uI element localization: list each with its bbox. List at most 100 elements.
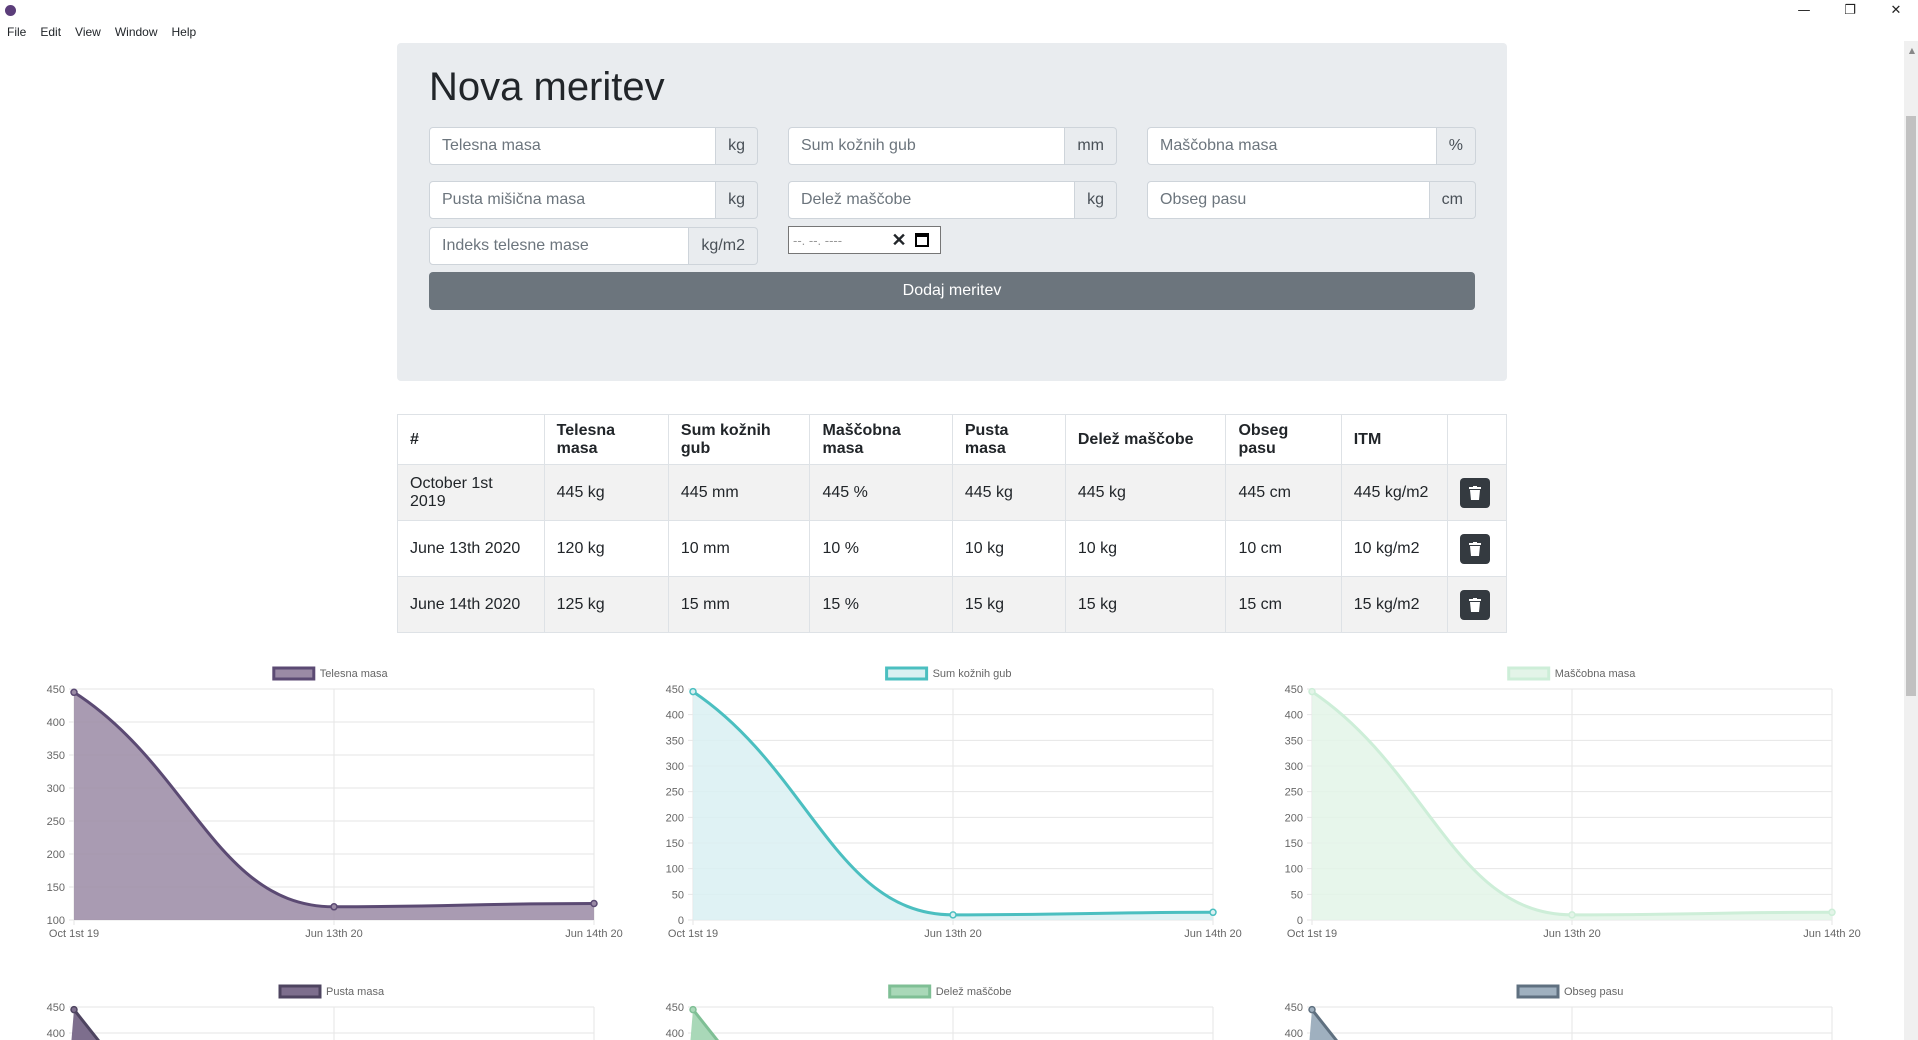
close-button[interactable]: ✕: [1873, 0, 1918, 21]
calendar-icon[interactable]: [915, 233, 929, 247]
legend-swatch: [1516, 984, 1560, 999]
y-tick-label: 400: [666, 710, 684, 722]
col-header: Pusta masa: [951, 414, 1066, 465]
y-tick-label: 450: [1285, 1002, 1303, 1014]
scrollbar-thumb[interactable]: [1906, 116, 1916, 696]
y-tick-label: 150: [666, 838, 684, 850]
cell: 10 mm: [667, 520, 811, 577]
col-header: Sum kožnih gub: [667, 414, 811, 465]
waist-input[interactable]: Obseg pasu: [1147, 181, 1430, 219]
lean-mass-input[interactable]: Pusta mišična masa: [429, 181, 717, 219]
delete-button[interactable]: [1460, 533, 1491, 564]
unit-label: cm: [1429, 181, 1476, 219]
data-point: [1209, 908, 1217, 917]
y-tick-label: 300: [47, 783, 65, 795]
legend-label: Obseg pasu: [1564, 986, 1623, 998]
data-point: [689, 687, 697, 696]
legend-swatch: [888, 984, 932, 999]
y-tick-label: 150: [47, 882, 65, 894]
add-measurement-button[interactable]: Dodaj meritev: [429, 272, 1475, 310]
y-tick-label: 450: [47, 1002, 65, 1014]
y-tick-label: 250: [666, 787, 684, 799]
body-mass-group: Telesna masa kg: [429, 127, 758, 165]
data-point: [330, 903, 338, 911]
cell: 10 kg/m2: [1340, 520, 1449, 577]
delete-button[interactable]: [1460, 477, 1491, 508]
y-tick-label: 100: [1285, 864, 1303, 876]
y-tick-label: 250: [47, 816, 65, 828]
menu-view[interactable]: View: [68, 21, 108, 41]
y-tick-label: 0: [1297, 915, 1303, 927]
col-header: Telesna masa: [543, 414, 669, 465]
y-tick-label: 450: [47, 684, 65, 696]
y-tick-label: 450: [1285, 684, 1303, 696]
legend-swatch: [272, 666, 316, 681]
fat-mass-input[interactable]: Maščobna masa: [1147, 127, 1437, 165]
data-point: [689, 1005, 697, 1014]
cell: 15 kg/m2: [1340, 576, 1449, 633]
y-tick-label: 100: [666, 864, 684, 876]
new-measurement-form: Nova meritev Telesna masa kg Sum kožnih …: [397, 43, 1507, 381]
clear-icon[interactable]: ✕: [889, 230, 909, 251]
unit-label: kg: [716, 127, 758, 165]
trash-icon: [1469, 485, 1482, 500]
cell: 445 kg: [543, 464, 669, 521]
data-point: [1828, 908, 1836, 917]
cell: 10 kg: [1064, 520, 1227, 577]
x-tick-label: Jun 14th 20: [1184, 928, 1242, 940]
data-point: [70, 1005, 78, 1014]
chart-waist: Obseg pasu 400 450: [1285, 984, 1833, 1040]
cell-actions: [1447, 576, 1507, 633]
cell: 445 kg/m2: [1340, 464, 1449, 521]
skinfold-sum-input[interactable]: Sum kožnih gub: [788, 127, 1066, 165]
form-title: Nova meritev: [429, 65, 665, 109]
cell: 15 kg: [951, 576, 1066, 633]
data-point: [1568, 911, 1576, 919]
y-tick-label: 100: [47, 915, 65, 927]
x-tick-label: Oct 1st 19: [1287, 928, 1337, 940]
chart-body-mass: Telesna masa 100 150 200 250 300 350 400 450 Oct …: [47, 666, 623, 940]
y-tick-label: 150: [1285, 838, 1303, 850]
y-tick-label: 0: [678, 915, 684, 927]
x-tick-label: Oct 1st 19: [49, 928, 99, 940]
minimize-button[interactable]: —: [1781, 0, 1827, 21]
x-tick-label: Jun 13th 20: [305, 928, 363, 940]
menu-edit[interactable]: Edit: [33, 21, 68, 41]
legend-label: Telesna masa: [320, 668, 389, 680]
y-tick-label: 200: [666, 812, 684, 824]
fat-share-input[interactable]: Delež maščobe: [788, 181, 1076, 219]
data-point: [590, 899, 598, 908]
chart-fat-share: Delež maščobe 400 450: [666, 984, 1214, 1040]
menu-window[interactable]: Window: [108, 21, 165, 41]
body-mass-input[interactable]: Telesna masa: [429, 127, 717, 165]
trash-icon: [1469, 597, 1482, 612]
trash-icon: [1469, 541, 1482, 556]
date-input[interactable]: --. --. ---- ✕: [788, 226, 941, 254]
x-tick-label: Jun 13th 20: [924, 928, 982, 940]
y-tick-label: 250: [1285, 787, 1303, 799]
cell: 10 %: [809, 520, 953, 577]
cell-date: October 1st 2019: [397, 464, 545, 521]
data-point: [1308, 1005, 1316, 1014]
y-tick-label: 350: [666, 735, 684, 747]
menu-file[interactable]: File: [0, 21, 33, 41]
cell: 445 mm: [667, 464, 811, 521]
delete-button[interactable]: [1460, 589, 1491, 620]
col-header: [1447, 414, 1507, 465]
legend-label: Sum kožnih gub: [933, 668, 1012, 680]
legend-swatch: [885, 666, 929, 681]
chart-skinfold-sum: Sum kožnih gub 0 50 100 150 200 250 300 350 400 45…: [666, 666, 1242, 940]
unit-label: mm: [1065, 127, 1117, 165]
y-tick-label: 300: [1285, 761, 1303, 773]
scroll-up-icon[interactable]: ▲: [1909, 46, 1915, 55]
cell: 445 cm: [1225, 464, 1342, 521]
maximize-button[interactable]: ❐: [1827, 0, 1873, 21]
area-fill: [71, 1009, 99, 1040]
title-bar: — ❐ ✕: [0, 0, 1918, 21]
app-icon: [5, 5, 16, 16]
bmi-input[interactable]: Indeks telesne mase: [429, 227, 690, 265]
lean-mass-group: Pusta mišična masa kg: [429, 181, 758, 219]
skinfold-sum-group: Sum kožnih gub mm: [788, 127, 1117, 165]
col-header: #: [397, 414, 545, 465]
menu-help[interactable]: Help: [165, 21, 204, 41]
